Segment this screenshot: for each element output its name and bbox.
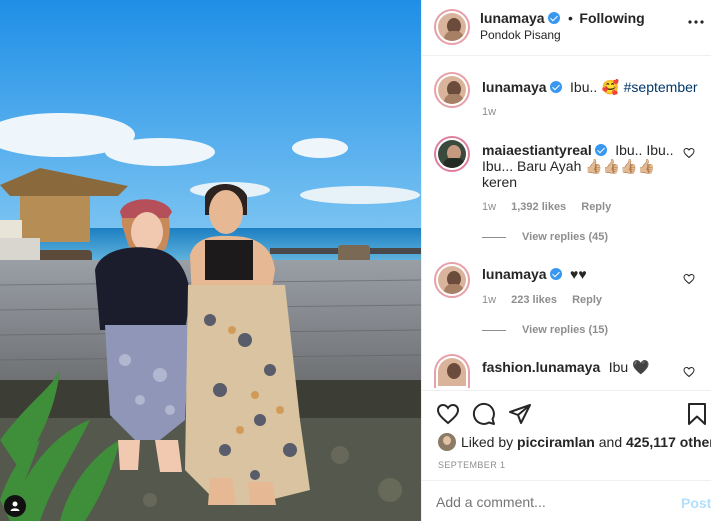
following-button[interactable]: Following — [579, 10, 644, 26]
comment-text: ♥♥ — [570, 266, 587, 282]
reply-button[interactable]: Reply — [572, 294, 602, 306]
comment-time[interactable]: 1w — [482, 294, 496, 306]
action-bar: Liked by picciramlan and 425,117 others … — [422, 390, 711, 478]
view-replies-link[interactable]: View replies (45) — [522, 231, 608, 243]
comment-avatar[interactable] — [434, 262, 470, 298]
liked-by-and: and — [598, 434, 623, 450]
divider-line — [482, 329, 506, 331]
comment-text-line-3: keren — [482, 174, 518, 190]
comment-avatar[interactable] — [434, 136, 470, 172]
like-heart-icon[interactable] — [436, 402, 460, 426]
verified-badge-icon — [549, 81, 562, 93]
separator-dot: • — [568, 10, 573, 26]
post-photo[interactable] — [0, 0, 421, 521]
comment-bubble-icon[interactable] — [472, 402, 496, 426]
comment-likes[interactable]: 223 likes — [511, 294, 557, 306]
caption-username[interactable]: lunamaya — [482, 79, 547, 95]
view-replies-row[interactable]: View replies (15) — [482, 324, 608, 336]
comment-likes[interactable]: 1,392 likes — [511, 201, 566, 213]
verified-badge-icon — [594, 144, 607, 156]
post-photo-art — [0, 0, 421, 521]
view-replies-link[interactable]: View replies (15) — [522, 324, 608, 336]
reply-button[interactable]: Reply — [581, 201, 611, 213]
comment-username[interactable]: fashion.lunamaya — [482, 359, 600, 375]
person-icon — [10, 501, 20, 511]
caption-hashtag[interactable]: #september — [624, 79, 698, 95]
comment-line-1: lunamaya ♥♥ — [482, 266, 587, 284]
more-options-icon[interactable] — [686, 15, 706, 29]
divider-line — [482, 236, 506, 238]
post-sidebar: lunamaya • Following Pondok Pisang lunam… — [421, 0, 711, 521]
post-header: lunamaya • Following Pondok Pisang — [422, 0, 711, 56]
like-comment-heart-icon[interactable] — [683, 273, 695, 285]
author-row: lunamaya • Following — [480, 10, 645, 28]
liked-by-user[interactable]: picciramlan — [517, 434, 595, 450]
caption-body: Ibu.. — [570, 79, 598, 95]
add-comment-bar: Post — [422, 480, 711, 521]
comment-avatar[interactable] — [434, 354, 470, 388]
share-paper-plane-icon[interactable] — [508, 402, 532, 426]
caption-avatar[interactable] — [434, 72, 470, 108]
location-link[interactable]: Pondok Pisang — [480, 28, 561, 42]
caption-text: lunamaya Ibu.. 🥰 #september — [482, 79, 698, 97]
author-avatar[interactable] — [434, 9, 470, 45]
comment-text: Ibu 🖤 — [608, 359, 650, 375]
comment-username[interactable]: maiaestiantyreal — [482, 142, 592, 158]
comment-line-1: fashion.lunamaya Ibu 🖤 — [482, 359, 650, 377]
author-username[interactable]: lunamaya — [480, 10, 545, 26]
comment-time[interactable]: 1w — [482, 201, 496, 213]
comment-username[interactable]: lunamaya — [482, 266, 547, 282]
save-bookmark-icon[interactable] — [686, 402, 708, 426]
liked-by-others[interactable]: 425,117 others — [626, 434, 711, 450]
view-replies-row[interactable]: View replies (45) — [482, 231, 608, 243]
caption-emoji: 🥰 — [601, 79, 620, 95]
liked-by-summary: Liked by picciramlan and 425,117 others — [461, 434, 711, 450]
verified-badge-icon — [547, 12, 560, 24]
like-comment-heart-icon[interactable] — [683, 147, 695, 159]
add-comment-input[interactable] — [436, 491, 656, 513]
liked-by-prefix: Liked by — [461, 434, 514, 450]
comment-meta: 1w 223 likes Reply — [482, 294, 602, 306]
liker-avatar[interactable] — [438, 433, 456, 451]
post-comment-button[interactable]: Post — [681, 495, 711, 511]
like-comment-heart-icon[interactable] — [683, 366, 695, 378]
verified-badge-icon — [549, 268, 562, 280]
post-date[interactable]: SEPTEMBER 1 — [438, 460, 505, 470]
caption-time[interactable]: 1w — [482, 106, 496, 118]
comment-text: Ibu.. Ibu.. — [615, 142, 674, 158]
comment-text-line-2: Ibu... Baru Ayah 👍🏼👍🏼👍🏼👍🏼 — [482, 158, 655, 174]
comment-meta: 1w 1,392 likes Reply — [482, 201, 611, 213]
user-tag-icon[interactable] — [4, 495, 26, 517]
